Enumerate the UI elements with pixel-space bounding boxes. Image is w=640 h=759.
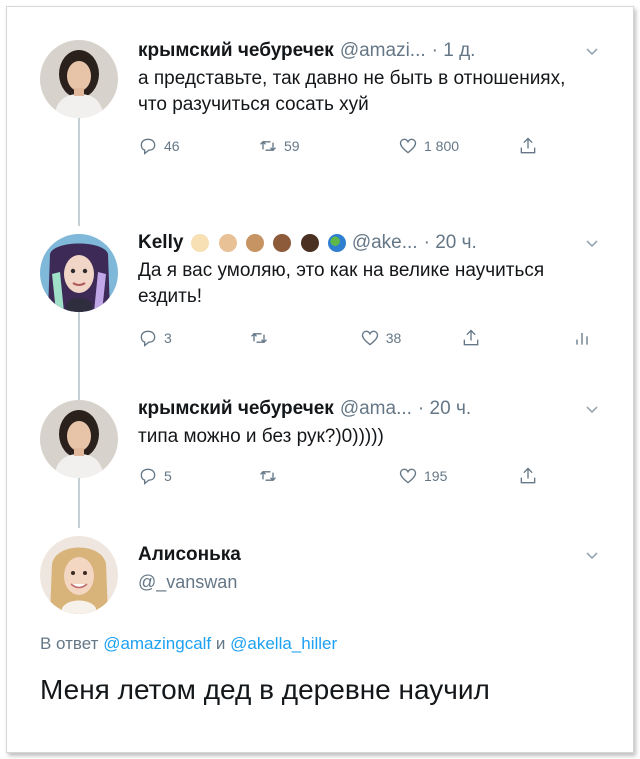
- chevron-down-icon[interactable]: [584, 401, 600, 417]
- display-name[interactable]: крымский чебуречек: [138, 40, 334, 62]
- tweet[interactable]: крымский чебуречек @amazi... · 1 д. а пр…: [40, 38, 600, 218]
- tweet-actions: 5 195: [138, 464, 600, 488]
- chevron-down-icon[interactable]: [584, 43, 600, 59]
- replying-and: и: [215, 634, 226, 653]
- reply-count: 5: [164, 468, 172, 484]
- like-icon: [399, 468, 417, 484]
- reply-button[interactable]: 5: [138, 466, 258, 486]
- timestamp[interactable]: · 20 ч.: [418, 398, 471, 420]
- globe-emoji-icon: [327, 233, 346, 252]
- share-icon: [520, 467, 536, 484]
- fist-emoji-icon: [245, 233, 264, 252]
- avatar[interactable]: [40, 400, 118, 478]
- chevron-down-icon[interactable]: [584, 547, 600, 563]
- tweet[interactable]: крымский чебуречек @ama... · 20 ч. типа …: [40, 396, 600, 516]
- reply-count: 46: [164, 138, 180, 154]
- reply-button[interactable]: 46: [138, 136, 258, 156]
- like-count: 1 800: [424, 138, 460, 154]
- like-count: 195: [424, 468, 448, 484]
- retweet-count: 59: [284, 138, 300, 154]
- chevron-down-icon[interactable]: [584, 235, 600, 251]
- reply-icon: [140, 138, 156, 155]
- retweet-button[interactable]: [249, 328, 360, 348]
- user-handle[interactable]: @amazi...: [340, 40, 426, 62]
- mention-link[interactable]: @akella_hiller: [230, 634, 337, 653]
- tweet[interactable]: Kelly @ake... · 20 ч. Да я вас умоляю, э…: [40, 230, 600, 400]
- avatar[interactable]: [40, 40, 118, 118]
- display-name[interactable]: Kelly: [138, 232, 183, 254]
- retweet-icon: [260, 470, 276, 482]
- tweet-actions: 46 59 1 800: [138, 134, 600, 158]
- replying-to: В ответ @amazingcalf и @akella_hiller: [40, 634, 337, 654]
- like-icon: [361, 330, 378, 346]
- reply-button[interactable]: 3: [138, 328, 249, 348]
- fist-emoji-icon: [218, 233, 237, 252]
- retweet-button[interactable]: [258, 466, 378, 486]
- analytics-icon: [576, 333, 588, 345]
- share-button[interactable]: [461, 328, 572, 348]
- reply-count: 3: [164, 330, 172, 346]
- like-count: 38: [385, 330, 402, 346]
- retweet-icon: [260, 140, 276, 152]
- share-button[interactable]: [518, 136, 558, 156]
- retweet-icon: [250, 332, 267, 344]
- user-handle[interactable]: @ama...: [340, 398, 412, 420]
- display-name[interactable]: Алисонька: [138, 544, 241, 566]
- reply-icon: [140, 330, 156, 347]
- display-name[interactable]: крымский чебуречек: [138, 398, 334, 420]
- tweet-text: Меня летом дед в деревне научил: [40, 674, 490, 705]
- share-button[interactable]: [518, 466, 558, 486]
- emoji-fists: [187, 232, 346, 254]
- fist-emoji-icon: [273, 233, 292, 252]
- replying-prefix: В ответ: [40, 634, 99, 653]
- like-button[interactable]: 38: [360, 328, 462, 348]
- tweet-text: а представьте, так давно не быть в отнош…: [138, 68, 566, 115]
- user-handle[interactable]: @ake...: [352, 232, 418, 254]
- avatar[interactable]: [40, 234, 118, 312]
- analytics-button[interactable]: [572, 328, 600, 348]
- user-handle[interactable]: @_vanswan: [138, 572, 600, 593]
- tweet-text: типа можно и без рук?)0))))): [138, 426, 384, 447]
- tweet-actions: 3 38: [138, 326, 600, 350]
- avatar[interactable]: [40, 536, 118, 614]
- timestamp[interactable]: · 1 д.: [432, 40, 476, 62]
- share-icon: [464, 329, 479, 346]
- like-button[interactable]: 195: [398, 466, 518, 486]
- share-icon: [520, 137, 536, 154]
- like-icon: [399, 138, 417, 154]
- like-button[interactable]: 1 800: [398, 136, 518, 156]
- tweet-text: Да я вас умоляю, это как на велике научи…: [138, 260, 545, 307]
- retweet-button[interactable]: 59: [258, 136, 378, 156]
- fist-emoji-icon: [300, 233, 319, 252]
- reply-icon: [140, 468, 156, 485]
- fist-emoji-icon: [191, 233, 210, 252]
- mention-link[interactable]: @amazingcalf: [103, 634, 211, 653]
- timestamp[interactable]: · 20 ч.: [424, 232, 477, 254]
